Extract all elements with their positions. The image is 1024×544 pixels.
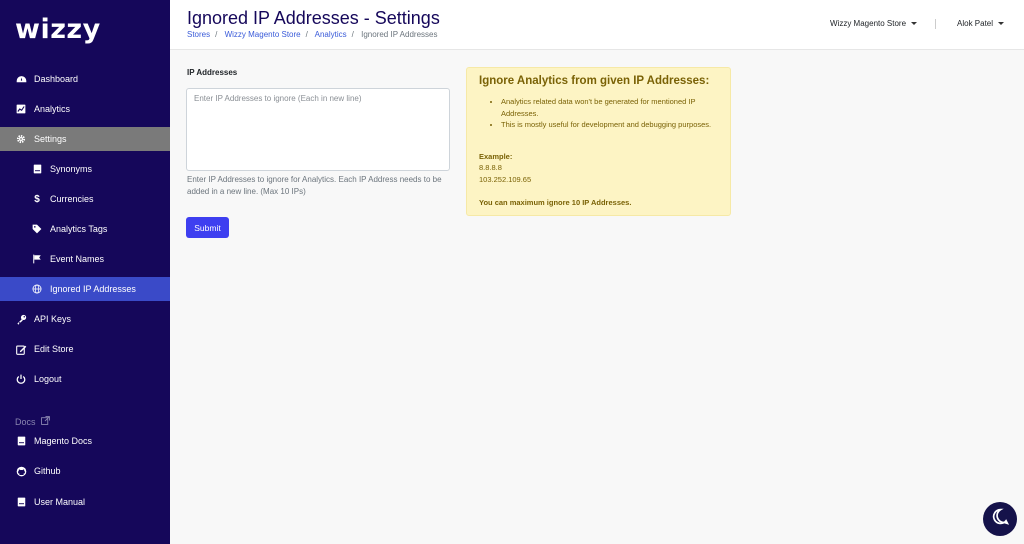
- sidebar-item-magento-docs[interactable]: Magento Docs: [0, 429, 170, 453]
- submit-button[interactable]: Submit: [186, 217, 229, 238]
- chat-icon: [992, 508, 1009, 530]
- breadcrumb: Stores / Wizzy Magento Store / Analytics / …: [187, 30, 438, 39]
- globe-icon: [30, 282, 44, 296]
- info-bullet-list: Analytics related data won't be generate…: [493, 96, 718, 131]
- sidebar-item-logout[interactable]: Logout: [0, 367, 170, 391]
- header-divider: [935, 19, 936, 29]
- sidebar-item-ignored-ip-addresses[interactable]: Ignored IP Addresses: [0, 277, 170, 301]
- wizzy-logo[interactable]: wizzy: [15, 14, 101, 45]
- tag-icon: [30, 222, 44, 236]
- info-title: Ignore Analytics from given IP Addresses…: [479, 75, 710, 87]
- sidebar-item-label: Analytics Tags: [50, 224, 108, 234]
- sidebar-item-edit-store[interactable]: Edit Store: [0, 337, 170, 361]
- dollar-icon: $: [34, 193, 40, 205]
- info-bullet: This is mostly useful for development an…: [501, 119, 718, 131]
- example-label: Example:: [479, 152, 513, 161]
- sidebar-item-dashboard[interactable]: Dashboard: [0, 67, 170, 91]
- sidebar-item-api-keys[interactable]: API Keys: [0, 307, 170, 331]
- breadcrumb-stores[interactable]: Stores: [187, 30, 210, 39]
- sidebar-item-event-names[interactable]: Event Names: [0, 247, 170, 271]
- sidebar-item-label: Edit Store: [34, 344, 74, 354]
- sidebar-item-label: Dashboard: [34, 74, 79, 84]
- sidebar-item-label: Synonyms: [50, 164, 93, 174]
- book-icon: [14, 495, 28, 509]
- sidebar-item-label: User Manual: [34, 497, 86, 507]
- flag-icon: [30, 252, 44, 266]
- chart-icon: [14, 102, 28, 116]
- power-icon: [14, 372, 28, 386]
- sidebar-item-label: Event Names: [50, 254, 105, 264]
- ip-addresses-help-text: Enter IP Addresses to ignore for Analyti…: [187, 175, 442, 196]
- sidebar-item-label: Ignored IP Addresses: [50, 284, 136, 294]
- sidebar-item-user-manual[interactable]: User Manual: [0, 490, 170, 514]
- book-icon: [30, 162, 44, 176]
- docs-section-label: Docs: [15, 416, 50, 427]
- caret-down-icon: [998, 22, 1005, 25]
- example-ip: 103.252.109.65: [479, 175, 532, 184]
- book-icon: [14, 434, 28, 448]
- top-header: Ignored IP Addresses - Settings Stores / …: [170, 0, 1024, 50]
- max-ip-note: You can maximum ignore 10 IP Addresses.: [479, 198, 632, 207]
- edit-icon: [14, 342, 28, 356]
- sidebar-item-label: Settings: [34, 134, 67, 144]
- caret-down-icon: [911, 22, 918, 25]
- breadcrumb-current: Ignored IP Addresses: [361, 30, 438, 39]
- sidebar-item-github[interactable]: Github: [0, 459, 170, 483]
- example-ip: 8.8.8.8: [479, 163, 502, 172]
- sidebar-item-settings[interactable]: Settings: [0, 127, 170, 151]
- store-selector-label: Wizzy Magento Store: [830, 19, 907, 28]
- external-link-icon: [40, 416, 50, 427]
- sidebar-item-currencies[interactable]: $ Currencies: [0, 187, 170, 211]
- info-alert-box: Ignore Analytics from given IP Addresses…: [466, 67, 731, 216]
- sidebar-item-analytics-tags[interactable]: Analytics Tags: [0, 217, 170, 241]
- sidebar-item-label: API Keys: [34, 314, 72, 324]
- sidebar-item-label: Logout: [34, 374, 62, 384]
- gear-icon: [14, 132, 28, 146]
- user-name: Alok Patel: [957, 19, 994, 28]
- chat-widget-button[interactable]: [983, 502, 1017, 536]
- sidebar-item-label: Analytics: [34, 104, 71, 114]
- ip-addresses-textarea[interactable]: [186, 88, 450, 171]
- sidebar-item-label: Github: [34, 466, 61, 476]
- github-icon: [14, 464, 28, 478]
- breadcrumb-store[interactable]: Wizzy Magento Store: [225, 30, 301, 39]
- sidebar-item-label: Magento Docs: [34, 436, 93, 446]
- store-selector-dropdown[interactable]: Wizzy Magento Store: [830, 19, 918, 28]
- sidebar-item-synonyms[interactable]: Synonyms: [0, 157, 170, 181]
- info-bullet: Analytics related data won't be generate…: [501, 96, 718, 119]
- dashboard-icon: [14, 72, 28, 86]
- breadcrumb-analytics[interactable]: Analytics: [315, 30, 347, 39]
- sidebar-item-analytics[interactable]: Analytics: [0, 97, 170, 121]
- key-icon: [14, 312, 28, 326]
- user-menu-dropdown[interactable]: Alok Patel: [957, 19, 1005, 28]
- ip-addresses-label: IP Addresses: [187, 68, 238, 77]
- sidebar-item-label: Currencies: [50, 194, 94, 204]
- sidebar: wizzy Dashboard Analytics Settings Synon…: [0, 0, 170, 544]
- page-title: Ignored IP Addresses - Settings: [187, 8, 440, 28]
